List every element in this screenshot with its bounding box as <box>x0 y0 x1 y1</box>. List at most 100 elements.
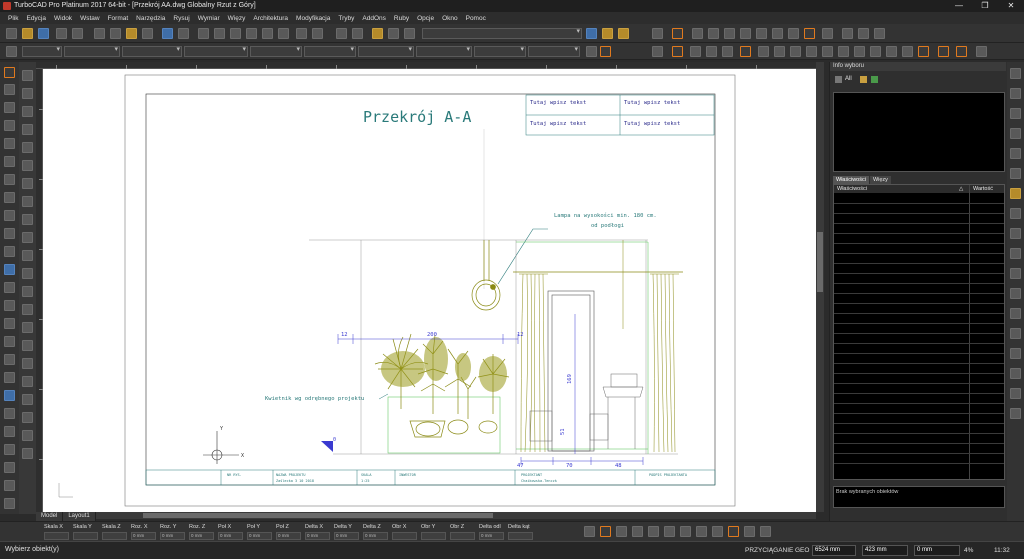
side-tool-9-icon[interactable] <box>1010 228 1021 239</box>
snap-i-icon[interactable] <box>790 46 801 57</box>
extrude-icon[interactable] <box>4 408 15 419</box>
coord-field[interactable]: 0 mm <box>131 532 156 540</box>
mode-toggle-icon[interactable] <box>584 526 595 537</box>
tool-j-icon[interactable] <box>804 28 815 39</box>
move-icon[interactable] <box>22 70 33 81</box>
zoom-window-icon[interactable] <box>230 28 241 39</box>
point-icon[interactable] <box>4 102 15 113</box>
tab-constraints[interactable]: Więzy <box>869 176 891 184</box>
menu-addons[interactable]: AddOns <box>358 15 390 22</box>
stretch-icon[interactable] <box>22 286 33 297</box>
close-button[interactable]: ✕ <box>998 0 1024 12</box>
solid-icon[interactable] <box>4 390 15 401</box>
side-tool-16-icon[interactable] <box>1010 368 1021 379</box>
snap-s-icon[interactable] <box>956 46 967 57</box>
snap-q-icon[interactable] <box>918 46 929 57</box>
coord-field[interactable]: 0 mm <box>305 532 330 540</box>
snap-d-icon[interactable] <box>706 46 717 57</box>
coord-field[interactable]: 0 mm <box>189 532 214 540</box>
side-tool-17-icon[interactable] <box>1010 388 1021 399</box>
dimension-icon[interactable] <box>4 264 15 275</box>
design-director-icon[interactable] <box>372 28 383 39</box>
image-icon[interactable] <box>4 318 15 329</box>
snap-j-icon[interactable] <box>806 46 817 57</box>
snap-f-icon[interactable] <box>740 46 751 57</box>
new-file-icon[interactable] <box>6 28 17 39</box>
coord-field[interactable] <box>102 532 127 540</box>
gear-icon[interactable] <box>6 46 17 57</box>
selection-list[interactable] <box>833 92 1005 172</box>
scale-icon[interactable] <box>22 106 33 117</box>
side-tool-11-icon[interactable] <box>1010 268 1021 279</box>
coord-field[interactable]: 0 mm <box>479 532 504 540</box>
group-icon[interactable] <box>22 322 33 333</box>
dim-style-combo[interactable] <box>474 45 526 57</box>
tab-properties[interactable]: Właściwości <box>833 176 869 184</box>
group-filter-icon[interactable] <box>871 76 878 83</box>
geo-toggle[interactable]: GEO <box>795 547 809 554</box>
coord-field[interactable] <box>450 532 475 540</box>
coord-field[interactable] <box>508 532 533 540</box>
undo-icon[interactable] <box>162 28 173 39</box>
pen-combo[interactable] <box>250 45 302 57</box>
style-combo[interactable] <box>358 45 414 57</box>
workspace-combo[interactable] <box>422 27 582 39</box>
tool-l-icon[interactable] <box>842 28 853 39</box>
side-tool-3-icon[interactable] <box>1010 108 1021 119</box>
coord-field[interactable]: 0 mm <box>334 532 359 540</box>
snap-c-icon[interactable] <box>690 46 701 57</box>
help-icon[interactable] <box>586 28 597 39</box>
menu-dimension[interactable]: Wymiar <box>194 15 224 22</box>
match-props-icon[interactable] <box>586 46 597 57</box>
break-icon[interactable] <box>22 250 33 261</box>
tool-a-icon[interactable] <box>652 28 663 39</box>
snap-r-icon[interactable] <box>938 46 949 57</box>
coord-field[interactable] <box>392 532 417 540</box>
snap-e-icon[interactable] <box>722 46 733 57</box>
menu-view[interactable]: Widok <box>50 15 76 22</box>
mode-toggle-icon[interactable] <box>616 526 627 537</box>
layers-icon[interactable] <box>336 28 347 39</box>
tool-i-icon[interactable] <box>788 28 799 39</box>
snap-m-icon[interactable] <box>854 46 865 57</box>
snap-a-icon[interactable] <box>652 46 663 57</box>
mirror-icon[interactable] <box>22 124 33 135</box>
zoom-in-icon[interactable] <box>198 28 209 39</box>
side-tool-6-icon[interactable] <box>1010 168 1021 179</box>
paste-icon[interactable] <box>126 28 137 39</box>
side-tool-1-icon[interactable] <box>1010 68 1021 79</box>
trim-icon[interactable] <box>22 160 33 171</box>
print-icon[interactable] <box>56 28 67 39</box>
tool-k-icon[interactable] <box>822 28 833 39</box>
open-folder-icon[interactable] <box>22 28 33 39</box>
fillet-icon[interactable] <box>4 462 15 473</box>
vertical-scroll-thumb[interactable] <box>817 232 823 292</box>
print-preview-icon[interactable] <box>72 28 83 39</box>
shell-icon[interactable] <box>22 394 33 405</box>
tool-n-icon[interactable] <box>874 28 885 39</box>
select-arrow-icon[interactable] <box>4 67 15 78</box>
mode-toggle-icon[interactable] <box>712 526 723 537</box>
wall-icon[interactable] <box>4 336 15 347</box>
coord-field[interactable]: 0 mm <box>218 532 243 540</box>
mode-toggle-icon[interactable] <box>696 526 707 537</box>
rotate-icon[interactable] <box>22 88 33 99</box>
text-style-combo[interactable] <box>416 45 472 57</box>
layers-toggle-icon[interactable] <box>600 46 611 57</box>
menu-help[interactable]: Pomoc <box>462 15 490 22</box>
sort-icon[interactable]: △ <box>959 185 963 193</box>
tab-layout1[interactable]: Layout1 <box>63 512 96 521</box>
tool-b-icon[interactable] <box>672 28 683 39</box>
z-coordinate-field[interactable]: 0 mm <box>914 545 960 556</box>
coord-field[interactable]: 0 mm <box>363 532 388 540</box>
tool-e-icon[interactable] <box>724 28 735 39</box>
snap-toggle[interactable]: PRZYCIĄGANIE <box>745 547 793 554</box>
extend-icon[interactable] <box>22 178 33 189</box>
menu-architecture[interactable]: Architektura <box>249 15 292 22</box>
snap-b-icon[interactable] <box>672 46 683 57</box>
side-tool-2-icon[interactable] <box>1010 88 1021 99</box>
linetype-combo[interactable] <box>122 45 182 57</box>
mode-toggle-icon[interactable] <box>760 526 771 537</box>
menu-modes[interactable]: Tryby <box>334 15 358 22</box>
circle-icon[interactable] <box>4 174 15 185</box>
